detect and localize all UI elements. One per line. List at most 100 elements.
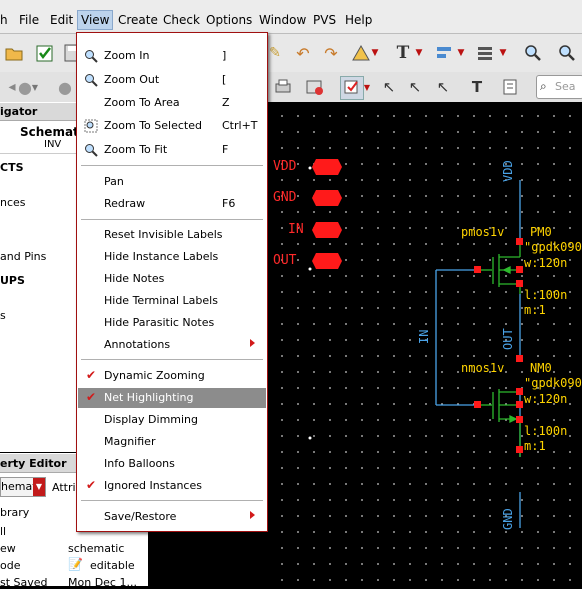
pin-out[interactable]	[312, 253, 342, 269]
prop-label: ode	[0, 559, 21, 572]
nav-row[interactable]: CTS	[0, 161, 24, 174]
menu-item-zoom-in[interactable]: Zoom In ]	[78, 46, 266, 66]
menu-item-zoom-to-fit[interactable]: Zoom To Fit F	[78, 140, 266, 160]
chevron-down-icon[interactable]: ▼	[362, 76, 372, 98]
menu-item-zoom-out[interactable]: Zoom Out [	[78, 70, 266, 90]
submenu-arrow-icon	[250, 511, 255, 519]
navigator-title: igator	[0, 105, 38, 118]
menu-help[interactable]: Help	[345, 13, 372, 27]
prop-value: editable	[90, 559, 135, 572]
zoom-out-icon	[83, 72, 99, 88]
nav-row[interactable]: UPS	[0, 274, 25, 287]
menu-item-zoom-to-area[interactable]: Zoom To Area Z	[78, 93, 266, 113]
menu-partial[interactable]: h	[0, 13, 8, 27]
menu-file[interactable]: File	[19, 13, 39, 27]
menu-separator	[81, 500, 263, 501]
menu-check[interactable]: Check	[163, 13, 200, 27]
properties-icon[interactable]	[500, 76, 522, 98]
zoom-out-icon[interactable]	[556, 42, 578, 64]
menu-item-redraw[interactable]: Redraw F6	[78, 194, 266, 214]
pin-label-vdd: VDD	[273, 159, 297, 174]
align-icon[interactable]	[434, 42, 456, 64]
pin-gnd[interactable]	[312, 190, 342, 206]
menu-item-hide-notes[interactable]: Hide Notes	[78, 269, 266, 289]
pmos-name: PM0	[530, 225, 552, 239]
nmos-multiplier: m:1	[524, 439, 546, 453]
nmos-lib: "gpdk090	[524, 376, 582, 390]
chevron-down-icon[interactable]: ▼	[498, 42, 508, 64]
search-placeholder: Sea	[555, 80, 576, 93]
chevron-down-icon[interactable]: ▼	[30, 76, 40, 98]
chevron-down-icon[interactable]: ▼	[456, 42, 466, 64]
menu-options[interactable]: Options	[206, 13, 252, 27]
stretch-icon[interactable]	[350, 42, 372, 64]
nmos-width: w:120n	[524, 392, 568, 406]
pin-label-out: OUT	[273, 253, 297, 268]
chevron-down-icon[interactable]: ▼	[414, 42, 424, 64]
menu-item-display-dimming[interactable]: Display Dimming	[78, 410, 266, 430]
menu-item-hide-parasitic-notes[interactable]: Hide Parasitic Notes	[78, 313, 266, 333]
menu-item-dynamic-zooming[interactable]: ✔ Dynamic Zooming	[78, 366, 266, 386]
menu-item-annotations[interactable]: Annotations	[78, 335, 266, 355]
pointer-icon[interactable]: ↖	[378, 76, 400, 98]
menu-create[interactable]: Create	[118, 13, 158, 27]
menu-separator	[81, 165, 263, 166]
prop-label: ew	[0, 542, 16, 555]
edit-icon: 📝	[68, 557, 83, 571]
prop-value: Mon Dec 1...	[68, 576, 137, 589]
nav-row[interactable]: and Pins	[0, 250, 46, 263]
menu-separator	[81, 219, 263, 220]
plot-icon[interactable]	[304, 76, 326, 98]
wire-label-gnd: GND	[501, 508, 515, 530]
attributes-tab[interactable]: Attri	[52, 481, 76, 494]
distribute-icon[interactable]	[474, 42, 496, 64]
check-save-icon[interactable]	[34, 42, 56, 64]
menu-view[interactable]: View	[77, 10, 114, 30]
pin-in[interactable]	[312, 222, 342, 238]
undo-icon[interactable]: ↶	[292, 42, 314, 64]
menu-item-info-balloons[interactable]: Info Balloons	[78, 454, 266, 474]
chevron-down-icon[interactable]: ▼	[33, 478, 45, 496]
menu-item-pan[interactable]: Pan	[78, 172, 266, 192]
wire-label-in: IN	[417, 329, 431, 344]
nmos-device[interactable]	[478, 389, 521, 457]
menu-pvs[interactable]: PVS	[313, 13, 336, 27]
zoom-icon[interactable]	[522, 42, 544, 64]
menu-item-zoom-to-selected[interactable]: Zoom To Selected Ctrl+T	[78, 116, 266, 136]
menubar: h File Edit View Create Check Options Wi…	[0, 0, 582, 34]
menu-item-save-restore[interactable]: Save/Restore	[78, 507, 266, 527]
pin-vdd[interactable]	[312, 159, 342, 175]
submenu-arrow-icon	[250, 339, 255, 347]
object-type-dropdown[interactable]: hemati ▼	[0, 477, 46, 497]
select-mode-icon[interactable]	[340, 76, 364, 100]
menu-item-hide-terminal-labels[interactable]: Hide Terminal Labels	[78, 291, 266, 311]
nav-row[interactable]: s	[0, 309, 6, 322]
property-editor-title: erty Editor	[0, 457, 67, 470]
navigator-cell-sub: INV	[44, 139, 62, 150]
menu-window[interactable]: Window	[259, 13, 306, 27]
chevron-down-icon[interactable]: ▼	[370, 42, 380, 64]
pointer-plus-icon[interactable]: ↖	[404, 76, 426, 98]
menu-item-magnifier[interactable]: Magnifier	[78, 432, 266, 452]
prop-label: ll	[0, 525, 7, 538]
checkmark-icon: ✔	[86, 390, 97, 404]
pmos-width: w:120n	[524, 256, 568, 270]
forward-icon[interactable]: ●	[54, 76, 76, 98]
text-tool-icon[interactable]: T	[392, 42, 414, 64]
nav-row[interactable]: nces	[0, 196, 26, 209]
pointer-text-icon[interactable]: T	[466, 76, 488, 98]
menu-item-ignored-instances[interactable]: ✔ Ignored Instances	[78, 476, 266, 496]
print-icon[interactable]	[272, 76, 294, 98]
search-input[interactable]: ⌕ Sea	[536, 75, 582, 99]
menu-item-hide-instance-labels[interactable]: Hide Instance Labels	[78, 247, 266, 267]
menu-edit[interactable]: Edit	[50, 13, 73, 27]
pointer-wire-icon[interactable]: ↖	[432, 76, 454, 98]
pmos-length: l:100n	[524, 288, 568, 302]
menu-item-reset-invisible-labels[interactable]: Reset Invisible Labels	[78, 225, 266, 245]
divider	[0, 153, 76, 154]
pmos-device[interactable]	[478, 242, 521, 294]
prop-label: brary	[0, 506, 30, 519]
redo-icon[interactable]: ↷	[320, 42, 342, 64]
menu-item-net-highlighting[interactable]: ✔ Net Highlighting	[78, 388, 266, 408]
open-folder-icon[interactable]	[3, 42, 25, 64]
